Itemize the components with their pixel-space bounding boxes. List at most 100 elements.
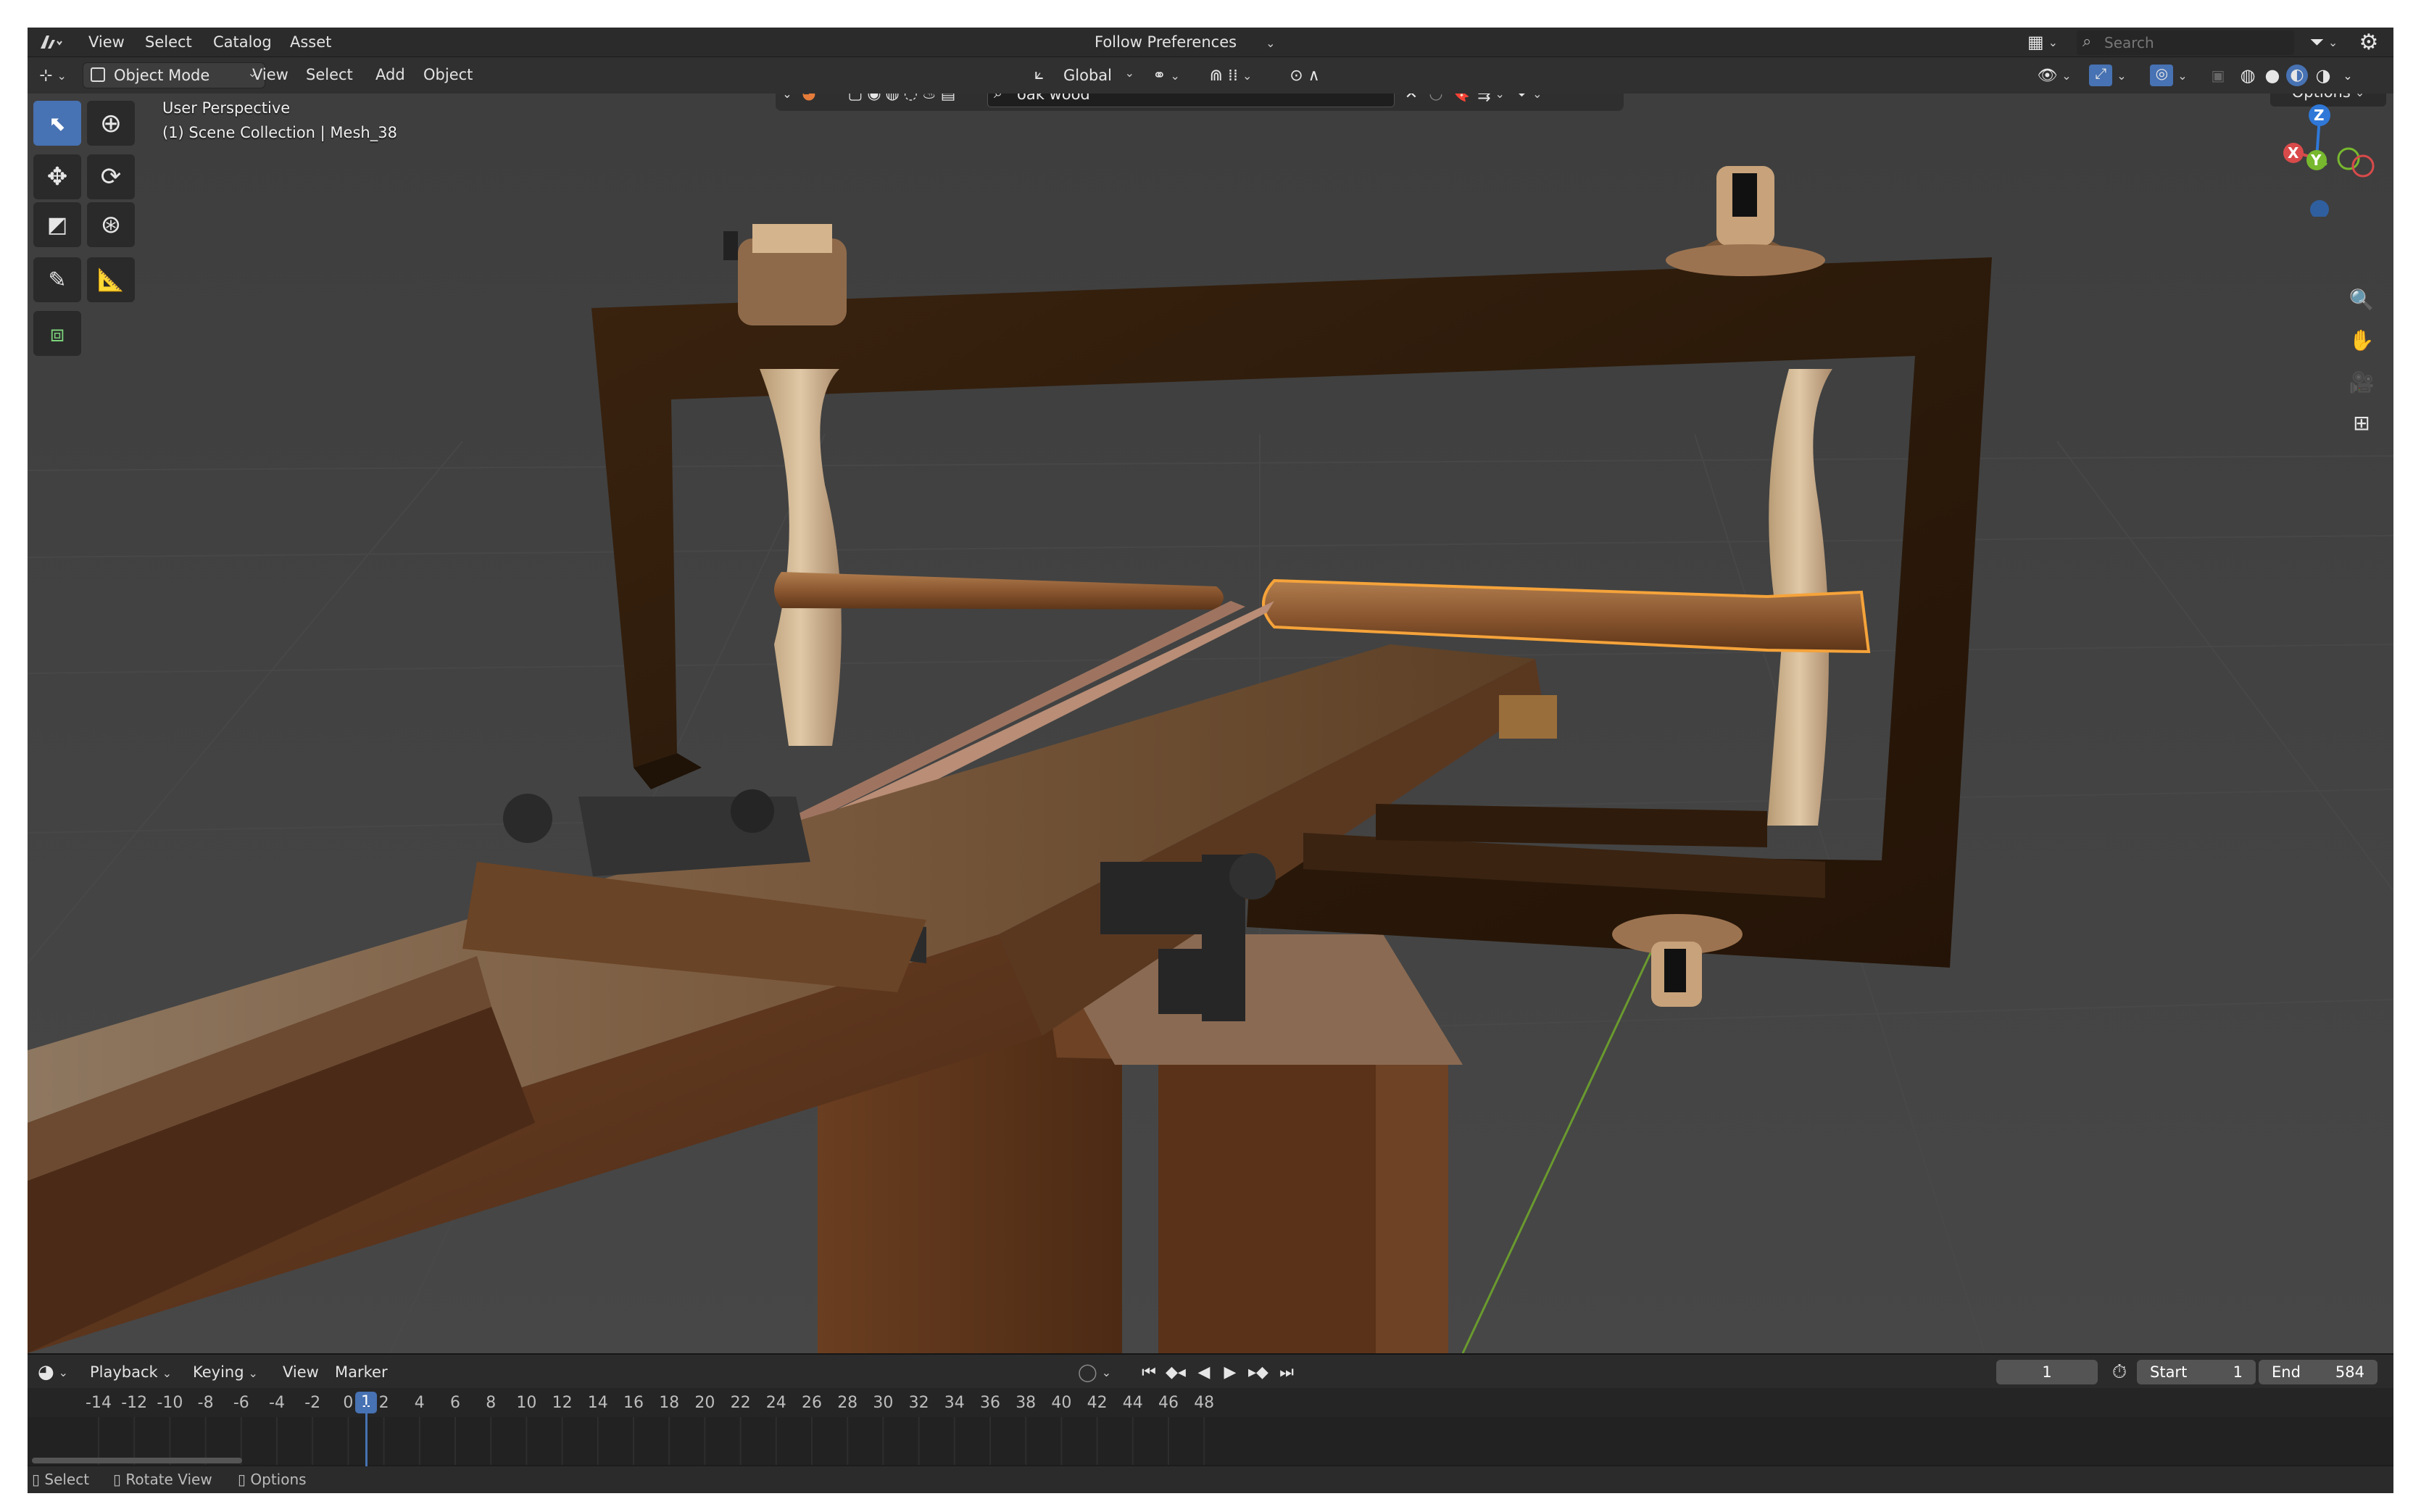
3d-viewport[interactable]: User Perspective (1) Scene Collection | … bbox=[28, 94, 2393, 1353]
jump-end-icon[interactable]: ⏭ bbox=[1274, 1361, 1299, 1384]
stopwatch-icon[interactable]: ⏱ bbox=[2105, 1361, 2134, 1384]
asset-search-input[interactable]: ⌕ oak wood bbox=[987, 94, 1395, 107]
status-bar: ▯ Select ▯ Rotate View ▯ Options bbox=[28, 1466, 2393, 1493]
ruler-tick-label: 8 bbox=[486, 1394, 497, 1412]
menu-catalog[interactable]: Catalog bbox=[213, 33, 272, 51]
filter-icon[interactable]: ⏷ ⌄ bbox=[1511, 94, 1547, 105]
camera-icon[interactable]: 🎥 bbox=[2344, 365, 2379, 399]
timeline-menu-playback[interactable]: Playback ⌄ bbox=[90, 1363, 172, 1381]
menu-view[interactable]: View bbox=[88, 33, 125, 51]
tool-select-box[interactable]: ⬉ bbox=[33, 101, 81, 146]
tool-rotate[interactable]: ⟳ bbox=[87, 154, 135, 199]
shading-wireframe-icon[interactable]: ◍ bbox=[2235, 63, 2260, 88]
tool-cursor[interactable]: ⊕ bbox=[87, 101, 135, 146]
topbar-search-field[interactable]: ⌕ Search bbox=[2076, 30, 2295, 56]
ruler-tick-label: 30 bbox=[873, 1394, 894, 1412]
zoom-icon[interactable]: 🔍 bbox=[2344, 282, 2379, 317]
annotate-pen-icon: ✎ bbox=[48, 267, 67, 293]
asset-browser-topbar: View Select Catalog Asset Follow Prefere… bbox=[28, 28, 2393, 57]
display-mode-icon[interactable]: ▦ ⌄ bbox=[2025, 30, 2060, 54]
overlays-icon[interactable]: ◎ ⌄ bbox=[2147, 63, 2190, 88]
snap-icon[interactable]: ⋒ ⁞⁞ ⌄ bbox=[1195, 63, 1267, 88]
current-frame-field[interactable]: 1 bbox=[1996, 1360, 2098, 1384]
tool-scale[interactable]: ◩ bbox=[33, 202, 81, 247]
orientation-selector[interactable]: ⟀ Global ⌄ bbox=[1028, 62, 1138, 88]
search-icon: ⌕ bbox=[994, 94, 1002, 102]
ruler-tick-label: -8 bbox=[197, 1394, 214, 1412]
timeline-editor-icon[interactable]: ◕ ⌄ bbox=[33, 1361, 72, 1384]
gear-icon[interactable]: ⚙ bbox=[2354, 30, 2383, 55]
move-icon: ✥ bbox=[46, 162, 68, 191]
prev-keyframe-icon[interactable]: ◆◂ bbox=[1161, 1361, 1190, 1384]
chevron-down-icon[interactable]: ⌄ bbox=[2337, 63, 2359, 88]
mouse-right-icon: ▯ bbox=[238, 1471, 246, 1488]
ruler-tick-label: 12 bbox=[552, 1394, 573, 1412]
next-keyframe-icon[interactable]: ▸◆ bbox=[1244, 1361, 1273, 1384]
play-icon[interactable]: ▶ bbox=[1218, 1361, 1242, 1384]
play-reverse-icon[interactable]: ◀ bbox=[1192, 1361, 1216, 1384]
hdr-menu-select[interactable]: Select bbox=[306, 66, 353, 83]
navigation-gizmo[interactable]: Z Y X bbox=[2264, 101, 2380, 219]
timeline-menu-view[interactable]: View bbox=[283, 1363, 319, 1381]
object-mode-icon bbox=[91, 67, 105, 82]
chevron-down-icon: ⌄ bbox=[1124, 66, 1134, 80]
pan-hand-icon[interactable]: ✋ bbox=[2344, 323, 2379, 357]
end-label: End bbox=[2272, 1363, 2301, 1381]
visibility-icon[interactable]: 👁 ⌄ bbox=[2034, 63, 2075, 88]
library-selector[interactable]: Follow Preferences ⌄ bbox=[1095, 33, 1275, 51]
color-wheel-icon[interactable]: ◕ bbox=[797, 94, 821, 105]
menu-select[interactable]: Select bbox=[145, 33, 192, 51]
ruler-tick-label: 28 bbox=[837, 1394, 858, 1412]
ruler-tick-label: -14 bbox=[86, 1394, 112, 1412]
start-frame-field[interactable]: Start 1 bbox=[2137, 1360, 2256, 1384]
options-label: Options bbox=[2292, 94, 2351, 101]
rotate-icon: ⟳ bbox=[100, 162, 122, 191]
chevron-down-icon: ⌄ bbox=[248, 1366, 258, 1380]
filter-icon[interactable]: ⏷ ⌄ bbox=[2304, 30, 2344, 54]
timeline-menu-marker[interactable]: Marker bbox=[335, 1363, 388, 1381]
timeline-ruler[interactable]: -14 -12 -10 -8 -6 -4 -2 0 1 2 4 6 8 10 12 14 16 18 20 22 24 2… bbox=[28, 1388, 2393, 1417]
hdr-menu-view[interactable]: View bbox=[252, 66, 288, 83]
tool-annotate[interactable]: ✎ bbox=[33, 257, 81, 302]
gizmo-toggle-icon[interactable]: ⤢ ⌄ bbox=[2086, 63, 2130, 88]
bookmark-icon[interactable]: 🔖 bbox=[1448, 94, 1473, 105]
shading-material-icon[interactable]: ◐ bbox=[2285, 63, 2309, 88]
ruler-tick-label: -10 bbox=[157, 1394, 183, 1412]
shading-rendered-icon[interactable]: ◑ bbox=[2311, 63, 2335, 88]
clear-search-icon[interactable]: ✕ bbox=[1399, 94, 1424, 105]
link-icon[interactable]: ◡ bbox=[1424, 94, 1448, 105]
asset-search-value: oak wood bbox=[1017, 94, 1090, 103]
end-frame-field[interactable]: End 584 bbox=[2259, 1360, 2378, 1384]
tool-transform[interactable]: ⊛ bbox=[87, 202, 135, 247]
timeline-scrollbar[interactable] bbox=[32, 1458, 242, 1463]
timeline-menu-keying[interactable]: Keying ⌄ bbox=[193, 1363, 258, 1381]
ruler-tick-label: -12 bbox=[121, 1394, 148, 1412]
tool-add-cube[interactable]: ⧈ bbox=[33, 311, 81, 356]
hdr-menu-object[interactable]: Object bbox=[423, 66, 473, 83]
xray-icon[interactable]: ▣ bbox=[2205, 63, 2231, 88]
orientation-label: Global bbox=[1063, 67, 1112, 84]
transform-icon: ⊛ bbox=[100, 210, 122, 239]
sort-icon[interactable]: ⇶ ⌄ bbox=[1473, 94, 1509, 105]
jump-start-icon[interactable]: ⏮ bbox=[1137, 1361, 1161, 1384]
chevron-down-icon: ⌄ bbox=[2355, 94, 2364, 99]
editor-type-icon[interactable]: ⊹ ⌄ bbox=[32, 63, 74, 88]
hdr-menu-add[interactable]: Add bbox=[375, 66, 405, 83]
blender-logo-icon[interactable] bbox=[33, 30, 67, 54]
tool-move[interactable]: ✥ bbox=[33, 154, 81, 199]
timeline-track-area[interactable] bbox=[28, 1417, 2393, 1465]
proportional-edit-icon[interactable]: ⊙ ∧ bbox=[1276, 63, 1334, 88]
chevron-down-icon: ⌄ bbox=[162, 1366, 173, 1380]
gizmo-y-label: Y bbox=[2311, 151, 2322, 169]
perspective-grid-icon[interactable]: ⊞ bbox=[2344, 405, 2379, 440]
menu-asset[interactable]: Asset bbox=[290, 33, 331, 51]
playhead-line[interactable] bbox=[365, 1405, 367, 1466]
record-icon[interactable]: ◯ ⌄ bbox=[1073, 1361, 1116, 1384]
chevron-down-icon[interactable]: ⌄ bbox=[778, 94, 796, 105]
tool-measure[interactable]: 📐 bbox=[87, 257, 135, 302]
pivot-point-icon[interactable]: ⚭ ⌄ bbox=[1147, 63, 1186, 88]
mode-selector[interactable]: Object Mode ⌄ bbox=[83, 62, 265, 88]
asset-filter-icons[interactable]: ▢◉◍◌♨▤ bbox=[828, 94, 980, 105]
ruler-tick-label: 38 bbox=[1016, 1394, 1037, 1412]
shading-solid-icon[interactable]: ● bbox=[2260, 63, 2285, 88]
